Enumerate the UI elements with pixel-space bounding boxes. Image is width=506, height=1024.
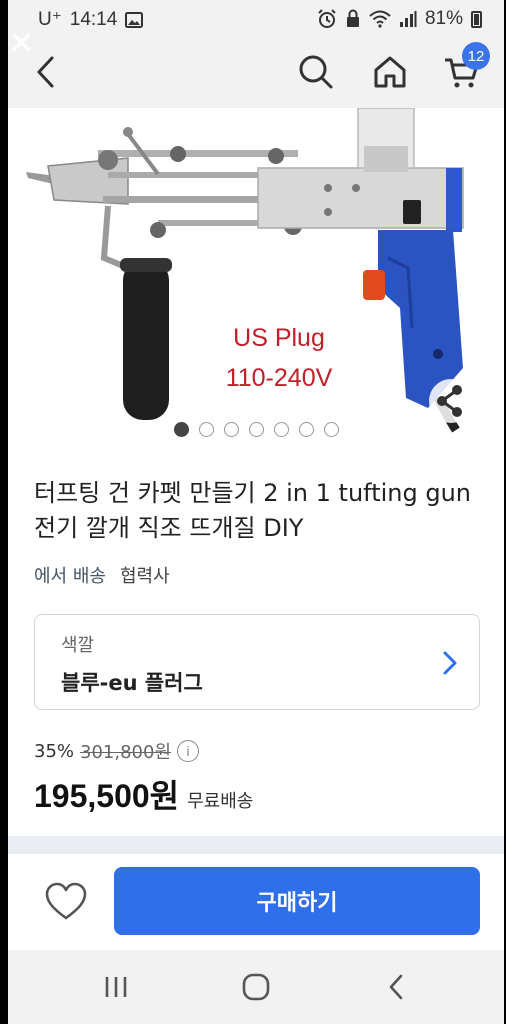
- product-image-carousel[interactable]: US Plug 110-240V: [8, 108, 504, 446]
- carousel-dot[interactable]: [249, 422, 264, 437]
- price-row: 195,500원 무료배송: [34, 771, 253, 817]
- partner-label[interactable]: 협력사: [120, 562, 170, 588]
- cart-count-badge: 12: [462, 42, 490, 70]
- carrier-label: U⁺: [38, 9, 62, 30]
- clock: 14:14: [69, 8, 118, 30]
- battery-icon: [471, 10, 482, 28]
- ship-from-label: 에서 배송: [34, 566, 106, 587]
- system-nav-bar: [8, 950, 504, 1024]
- signal-icon: [399, 11, 417, 27]
- home-button[interactable]: [368, 50, 412, 94]
- carousel-dot[interactable]: [324, 422, 339, 437]
- recents-icon: [105, 977, 127, 997]
- original-price: 301,800원: [80, 742, 172, 763]
- info-icon[interactable]: i: [177, 740, 200, 762]
- voltage-label: 110-240V: [225, 364, 333, 392]
- share-icon: [429, 379, 473, 423]
- close-icon[interactable]: ✕: [8, 26, 38, 60]
- carousel-dot[interactable]: [174, 422, 189, 437]
- carousel-dot[interactable]: [199, 422, 214, 437]
- product-title: 터프팅 건 카펫 만들기 2 in 1 tufting gun 전기 깔개 직조…: [34, 479, 471, 542]
- chevron-right-icon: [443, 651, 457, 675]
- option-value: 블루-eu 플러그: [61, 671, 203, 695]
- carousel-dot[interactable]: [224, 422, 239, 437]
- image-caption: US Plug 110-240V: [204, 318, 354, 398]
- top-app-bar: 12: [8, 38, 504, 108]
- battery-percent: 81%: [424, 8, 463, 29]
- alarm-icon: [318, 9, 336, 28]
- back-arrow-icon: [389, 974, 403, 1000]
- back-nav-button[interactable]: [376, 970, 416, 1004]
- gallery-icon: [125, 11, 144, 28]
- home-icon: [374, 56, 406, 88]
- search-icon: [299, 55, 333, 89]
- discount-rate: 35%: [34, 740, 75, 762]
- cart-button[interactable]: 12: [440, 42, 490, 94]
- wishlist-button[interactable]: [44, 882, 88, 922]
- product-info: 터프팅 건 카펫 만들기 2 in 1 tufting gun 전기 깔개 직조…: [8, 446, 504, 836]
- carousel-dot[interactable]: [274, 422, 289, 437]
- recent-apps-button[interactable]: [96, 970, 136, 1004]
- sale-price: 195,500원: [34, 778, 180, 814]
- carousel-dot[interactable]: [299, 422, 314, 437]
- shipping-origin: 에서 배송 협력사: [34, 562, 170, 588]
- buy-now-button[interactable]: 구매하기: [114, 867, 480, 935]
- heart-icon: [45, 882, 87, 920]
- free-shipping-label: 무료배송: [187, 791, 254, 812]
- color-option-selector[interactable]: 색깔 블루-eu 플러그: [34, 614, 480, 710]
- plug-type-label: US Plug: [233, 324, 325, 352]
- lock-icon: [346, 9, 359, 27]
- search-button[interactable]: [294, 50, 338, 94]
- purchase-bar: 구매하기: [8, 854, 504, 950]
- home-nav-button[interactable]: [236, 970, 276, 1004]
- status-bar: U⁺ 14:14 81%: [8, 0, 504, 38]
- option-label: 색깔: [61, 635, 95, 656]
- wifi-icon: [369, 10, 391, 28]
- discount-row: 35% 301,800원 i: [34, 738, 200, 764]
- app-screen: U⁺ 14:14 81% 12 US Plug 110-240V 터프팅 건 카…: [8, 0, 504, 1024]
- carousel-indicators: [174, 422, 339, 437]
- share-button[interactable]: [428, 378, 474, 424]
- section-divider: [8, 836, 504, 854]
- home-circle-icon: [242, 973, 270, 1001]
